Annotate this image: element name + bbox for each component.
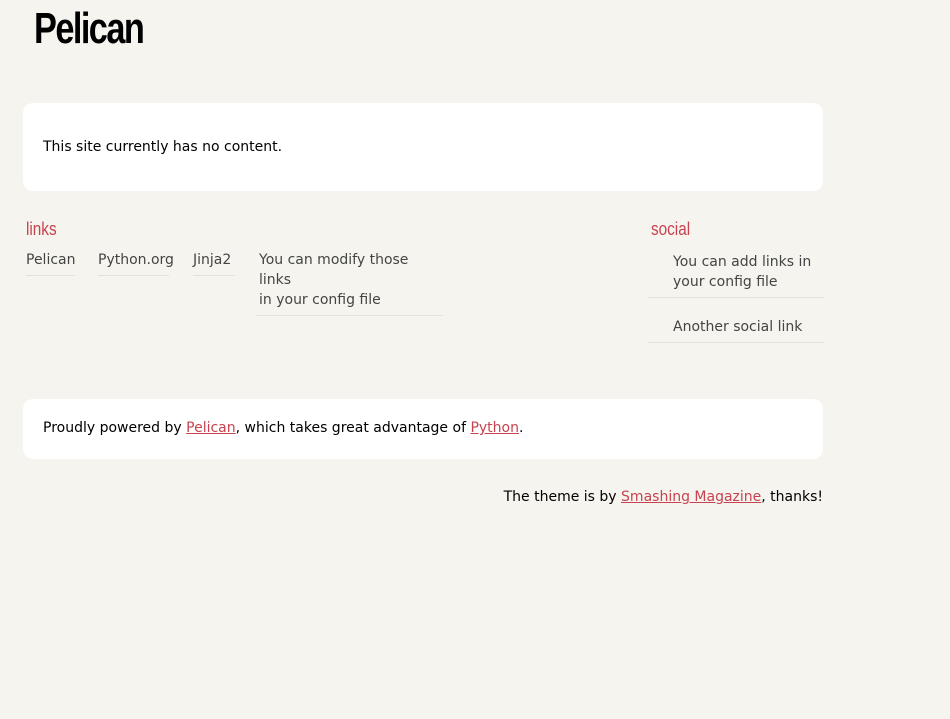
links-heading: links [26,219,57,239]
theme-credit: The theme is by Smashing Magazine, thank… [504,489,823,505]
no-content-message: This site currently has no content. [43,139,283,155]
theme-credit-prefix: The theme is by [503,489,622,505]
blogroll-link-pelican[interactable]: Pelican [26,250,76,276]
blogroll-link-jinja2[interactable]: Jinja2 [193,250,235,276]
social-config-line-1: You can add links in [673,254,812,270]
powered-by-prefix: Proudly powered by [43,420,187,436]
powered-by-text: Proudly powered by Pelican, which takes … [43,420,523,436]
social-heading: social [651,219,691,239]
blogroll-link-config-note[interactable]: You can modify those links in your confi… [256,250,443,316]
blogroll-link-python-org[interactable]: Python.org [98,250,174,276]
social-config-line-2: your config file [673,274,778,290]
powered-by-middle: , which takes great advantage of [235,420,471,436]
config-note-line-1: You can modify those links [259,252,409,288]
smashing-magazine-link[interactable]: Smashing Magazine [621,489,761,505]
pelican-footer-link[interactable]: Pelican [186,420,236,436]
footer-panel: Proudly powered by Pelican, which takes … [23,399,823,459]
config-note-line-2: in your config file [259,292,381,308]
site-title-link[interactable]: Pelican [34,2,145,56]
theme-credit-suffix: , thanks! [761,489,823,505]
python-footer-link[interactable]: Python [470,420,519,436]
social-link-config[interactable]: You can add links in your config file [648,252,824,298]
content-panel: This site currently has no content. [23,103,823,191]
social-link-another[interactable]: Another social link [648,317,824,343]
powered-by-suffix: . [518,420,524,436]
